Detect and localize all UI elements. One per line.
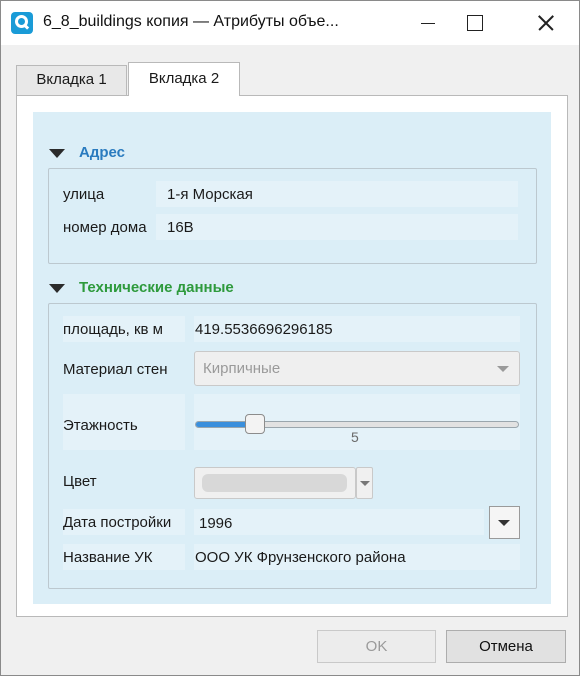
street-value: 1-я Морская	[167, 186, 253, 203]
collapse-triangle-icon[interactable]	[49, 284, 65, 293]
street-label: улица	[63, 186, 105, 203]
company-label: Название УК	[63, 549, 153, 566]
close-icon[interactable]	[521, 1, 567, 45]
tab-panel: Адрес улица 1-я Морская номер дома 16В Т…	[16, 95, 568, 617]
company-value: ООО УК Фрунзенского района	[195, 549, 406, 566]
chevron-down-icon	[497, 366, 509, 372]
color-label: Цвет	[63, 473, 97, 490]
floors-value: 5	[351, 429, 359, 445]
group-title-address: Адрес	[79, 144, 126, 161]
house-label: номер дома	[63, 219, 147, 236]
material-select[interactable]: Кирпичные	[194, 351, 520, 386]
attributes-dialog: 6_8_buildings копия — Атрибуты объе... В…	[0, 0, 580, 676]
house-field[interactable]: 16В	[156, 214, 518, 240]
color-swatch	[202, 474, 347, 492]
date-picker-button[interactable]	[489, 506, 520, 539]
area-label: площадь, кв м	[63, 321, 163, 338]
floors-slider-track[interactable]	[195, 421, 519, 428]
built-value: 1996	[199, 515, 233, 532]
group-title-technical: Технические данные	[79, 279, 234, 296]
floors-label: Этажность	[63, 417, 138, 434]
qgis-app-icon	[11, 12, 33, 34]
built-label: Дата постройки	[63, 514, 172, 531]
area-field[interactable]: 419.5536696296185	[194, 316, 520, 342]
floors-slider-handle[interactable]	[245, 414, 265, 434]
tab-1[interactable]: Вкладка 1	[16, 65, 127, 95]
company-field[interactable]: ООО УК Фрунзенского района	[194, 544, 520, 570]
form-area: Адрес улица 1-я Морская номер дома 16В Т…	[33, 112, 551, 604]
minimize-icon[interactable]	[405, 1, 451, 45]
built-field[interactable]: 1996	[194, 509, 484, 535]
ok-button[interactable]: OK	[317, 630, 436, 663]
tab-2[interactable]: Вкладка 2	[128, 62, 240, 96]
color-dropdown-button[interactable]	[356, 467, 373, 499]
material-value: Кирпичные	[203, 360, 281, 377]
title-bar: 6_8_buildings копия — Атрибуты объе...	[1, 1, 579, 45]
maximize-icon[interactable]	[451, 1, 497, 45]
window-title: 6_8_buildings копия — Атрибуты объе...	[43, 13, 339, 30]
street-field[interactable]: 1-я Морская	[156, 181, 518, 207]
cancel-button[interactable]: Отмена	[446, 630, 566, 663]
collapse-triangle-icon[interactable]	[49, 149, 65, 158]
group-box-address: улица 1-я Морская номер дома 16В	[48, 168, 537, 264]
group-box-technical: площадь, кв м 419.5536696296185 Материал…	[48, 303, 537, 589]
material-label: Материал стен	[63, 361, 168, 378]
house-value: 16В	[167, 219, 194, 236]
area-value: 419.5536696296185	[195, 321, 333, 338]
color-button[interactable]	[194, 467, 356, 499]
